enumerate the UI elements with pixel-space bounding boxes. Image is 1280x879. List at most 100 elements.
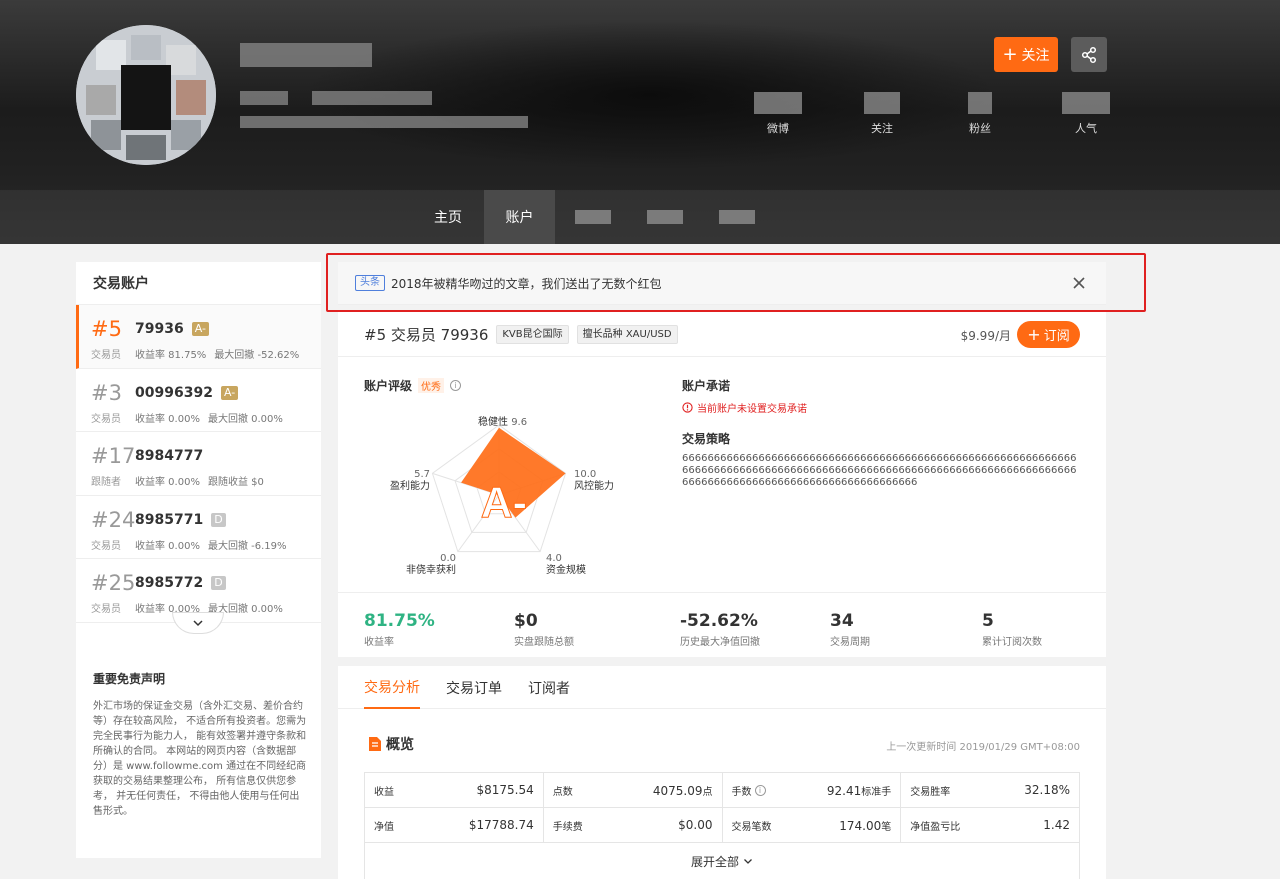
expand-all-button[interactable]: 展开全部 bbox=[365, 843, 1079, 879]
account-rank: #24 bbox=[91, 507, 136, 532]
account-item[interactable]: #17 8984777 跟随者 收益率 0.00% 跟随收益 $0 bbox=[76, 432, 321, 496]
rating-tag: 优秀 bbox=[418, 378, 445, 393]
tab-redacted[interactable] bbox=[575, 210, 611, 224]
table-cell: 收益 $8175.54 bbox=[365, 773, 544, 807]
account-role: 交易员 bbox=[91, 350, 121, 361]
rating-title: 账户评级 优秀 i bbox=[364, 377, 462, 394]
radar-chart: A- 稳健性 9.6 10.0 风控能力 4.0 资金规模 0.0 非侥幸获利 5.7… bbox=[378, 397, 638, 597]
account-follow-gain: 跟随收益 $0 bbox=[207, 477, 264, 488]
radar-grade-text: A- bbox=[481, 478, 527, 527]
account-grade: D bbox=[211, 576, 226, 590]
share-icon bbox=[1081, 46, 1097, 63]
headline-text[interactable]: 2018年被精华吻过的文章，我们送出了无数个红包 bbox=[391, 275, 662, 292]
table-cell: 点数 4075.09点 bbox=[544, 773, 723, 807]
follow-button[interactable]: + 关注 bbox=[994, 37, 1058, 72]
stat-weibo[interactable]: 微博 bbox=[748, 92, 808, 136]
stat-following[interactable]: 关注 bbox=[852, 92, 912, 136]
account-return: 收益率 0.00% bbox=[135, 540, 200, 552]
metric-max-drawdown: -52.62% 历史最大净值回撤 bbox=[680, 611, 760, 648]
account-grade: A- bbox=[191, 322, 209, 336]
tab-subscribers[interactable]: 订阅者 bbox=[528, 666, 570, 709]
account-return: 收益率 0.00% bbox=[135, 413, 200, 425]
account-return: 收益率 81.75% bbox=[135, 350, 207, 361]
specialty-badge: 擅长品种 XAU/USD bbox=[576, 324, 678, 344]
account-id: 00996392 bbox=[135, 384, 213, 401]
strategy-text: 6666666666666666666666666666666666666666… bbox=[682, 453, 1077, 488]
key-metrics: 81.75% 收益率 $0 实盘跟随总额 -52.62% 历史最大净值回撤 34 交易周… bbox=[338, 592, 1106, 657]
account-id: 79936 bbox=[135, 321, 184, 337]
table-cell: 交易笔数 174.00笔 bbox=[723, 808, 902, 842]
table-cell: 手续费 $0.00 bbox=[544, 808, 723, 842]
overview-title: 概览 bbox=[368, 734, 414, 754]
radar-label-nonluck: 0.0 非侥幸获利 bbox=[406, 553, 456, 576]
subscribe-button[interactable]: + 订阅 bbox=[1017, 321, 1080, 348]
table-cell: 净值 $17788.74 bbox=[365, 808, 544, 842]
account-id: 8985771 bbox=[135, 511, 204, 528]
account-rank: #17 bbox=[91, 444, 136, 468]
tab-trade-orders[interactable]: 交易订单 bbox=[446, 666, 502, 709]
table-cell: 交易胜率 32.18% bbox=[910, 783, 1070, 798]
metric-period: 34 交易周期 bbox=[830, 611, 870, 648]
table-cell: 净值盈亏比 1.42 bbox=[910, 818, 1070, 833]
account-id: 8985772 bbox=[135, 575, 204, 591]
tab-home[interactable]: 主页 bbox=[412, 190, 484, 244]
update-time: 上一次更新时间 2019/01/29 GMT+08:00 bbox=[886, 742, 1080, 753]
sidebar-title: 交易账户 bbox=[76, 262, 321, 305]
metric-subscriptions: 5 累计订阅次数 bbox=[982, 611, 1042, 648]
account-role: 交易员 bbox=[91, 604, 121, 615]
account-item[interactable]: #3 00996392 A- 交易员 收益率 0.00% 最大回撤 0.00% bbox=[76, 369, 321, 432]
account-card: #5 交易员 79936 KVB昆仑国际 擅长品种 XAU/USD $9.99/… bbox=[338, 312, 1106, 657]
expand-accounts-button[interactable] bbox=[172, 612, 224, 634]
tab-account[interactable]: 账户 bbox=[484, 190, 555, 244]
strategy-title: 交易策略 bbox=[682, 432, 731, 446]
stat-popularity[interactable]: 人气 bbox=[1056, 92, 1116, 136]
chevron-down-icon bbox=[744, 858, 752, 864]
analysis-card: 交易分析 交易订单 订阅者 概览 上一次更新时间 2019/01/29 GMT+… bbox=[338, 666, 1106, 879]
promise-section: 账户承诺 当前账户未设置交易承诺 bbox=[682, 377, 807, 415]
account-role: 交易员 bbox=[91, 540, 121, 552]
radar-label-risk: 10.0 风控能力 bbox=[574, 469, 614, 492]
radar-label-stability: 稳健性 9.6 bbox=[478, 417, 528, 428]
subscription-price: $9.99/月 bbox=[960, 329, 1011, 343]
account-sidebar: 交易账户 #5 79936 A- 交易员 收益率 81.75% 最大回撤 -52… bbox=[76, 262, 321, 858]
overview-table: 收益 $8175.54 点数 4075.09点 手数 i 92.41标准手 交易胜率 32… bbox=[364, 772, 1080, 879]
metric-return: 81.75% 收益率 bbox=[364, 611, 435, 648]
account-item[interactable]: #24 8985771 D 交易员 收益率 0.00% 最大回撤 -6.19% bbox=[76, 496, 321, 559]
bio-redacted bbox=[240, 116, 528, 128]
info-icon[interactable]: i bbox=[754, 784, 766, 796]
bio-redacted bbox=[240, 91, 288, 105]
profile-nav bbox=[0, 190, 1280, 244]
account-role: 交易员 bbox=[91, 413, 121, 425]
tab-redacted[interactable] bbox=[647, 210, 683, 224]
close-icon[interactable] bbox=[1070, 274, 1088, 292]
radar-label-profit: 5.7 盈利能力 bbox=[390, 469, 430, 492]
headline-notice[interactable]: 头条 2018年被精华吻过的文章，我们送出了无数个红包 bbox=[338, 262, 1106, 305]
account-drawdown: 最大回撤 -52.62% bbox=[214, 350, 300, 361]
account-rank: #3 bbox=[91, 380, 122, 405]
warning-icon bbox=[682, 402, 693, 413]
table-row: 净值 $17788.74 手续费 $0.00 交易笔数 174.00笔 净值盈亏比 1.… bbox=[365, 808, 1079, 843]
analysis-tabs: 交易分析 交易订单 订阅者 bbox=[338, 666, 1106, 709]
share-button[interactable] bbox=[1071, 37, 1107, 72]
metric-follow-total: $0 实盘跟随总额 bbox=[514, 611, 574, 648]
stat-followers[interactable]: 粉丝 bbox=[950, 92, 1010, 136]
account-item[interactable]: #5 79936 A- 交易员 收益率 81.75% 最大回撤 -52.62% bbox=[76, 305, 321, 369]
document-icon bbox=[369, 737, 381, 751]
disclaimer: 重要免责声明 外汇市场的保证金交易（含外汇交易、差价合约等）存在较高风险， 不适… bbox=[93, 670, 308, 819]
disclaimer-text: 外汇市场的保证金交易（含外汇交易、差价合约等）存在较高风险， 不适合所有投资者。… bbox=[93, 701, 307, 817]
bio-redacted bbox=[312, 91, 432, 105]
account-title: #5 交易员 79936 bbox=[364, 325, 489, 344]
tab-trade-analysis[interactable]: 交易分析 bbox=[364, 666, 420, 709]
account-rank: #25 bbox=[91, 571, 136, 595]
account-rank: #5 bbox=[91, 317, 122, 341]
plus-icon: + bbox=[1027, 324, 1041, 344]
promise-title: 账户承诺 bbox=[682, 379, 731, 393]
info-icon[interactable]: i bbox=[450, 380, 462, 391]
disclaimer-title: 重要免责声明 bbox=[93, 672, 166, 686]
username-redacted bbox=[240, 43, 372, 67]
strategy-section: 交易策略 66666666666666666666666666666666666… bbox=[682, 430, 1082, 489]
account-grade: A- bbox=[220, 385, 239, 400]
tab-redacted[interactable] bbox=[719, 210, 755, 224]
table-cell: 手数 i 92.41标准手 bbox=[723, 773, 902, 807]
radar-label-capital: 4.0 资金规模 bbox=[546, 553, 586, 576]
